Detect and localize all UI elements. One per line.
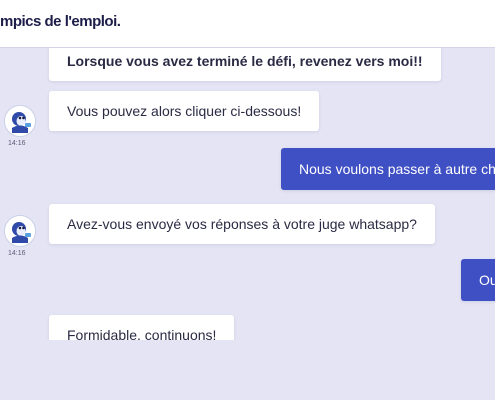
bot-message: Lorsque vous avez terminé le défi, reven… (49, 48, 441, 81)
message-time: 14:16 (8, 140, 26, 147)
bot-avatar-icon (4, 215, 36, 247)
chat-thread[interactable]: Lorsque vous avez terminé le défi, reven… (0, 48, 495, 340)
message-time: 14:16 (8, 250, 26, 257)
bot-message: Vous pouvez alors cliquer ci-dessous! (49, 91, 320, 131)
chat-header: mpics de l'emploi. (0, 0, 495, 48)
user-message: Nous voulons passer à autre chos (281, 148, 495, 190)
bot-message: Formidable, continuons! (49, 315, 235, 340)
bot-message: Avez-vous envoyé vos réponses à votre ju… (49, 204, 435, 244)
bot-avatar-icon (4, 105, 36, 137)
user-message: Ou (461, 259, 495, 301)
header-title: mpics de l'emploi. (0, 13, 121, 30)
chat-footer (0, 340, 495, 400)
